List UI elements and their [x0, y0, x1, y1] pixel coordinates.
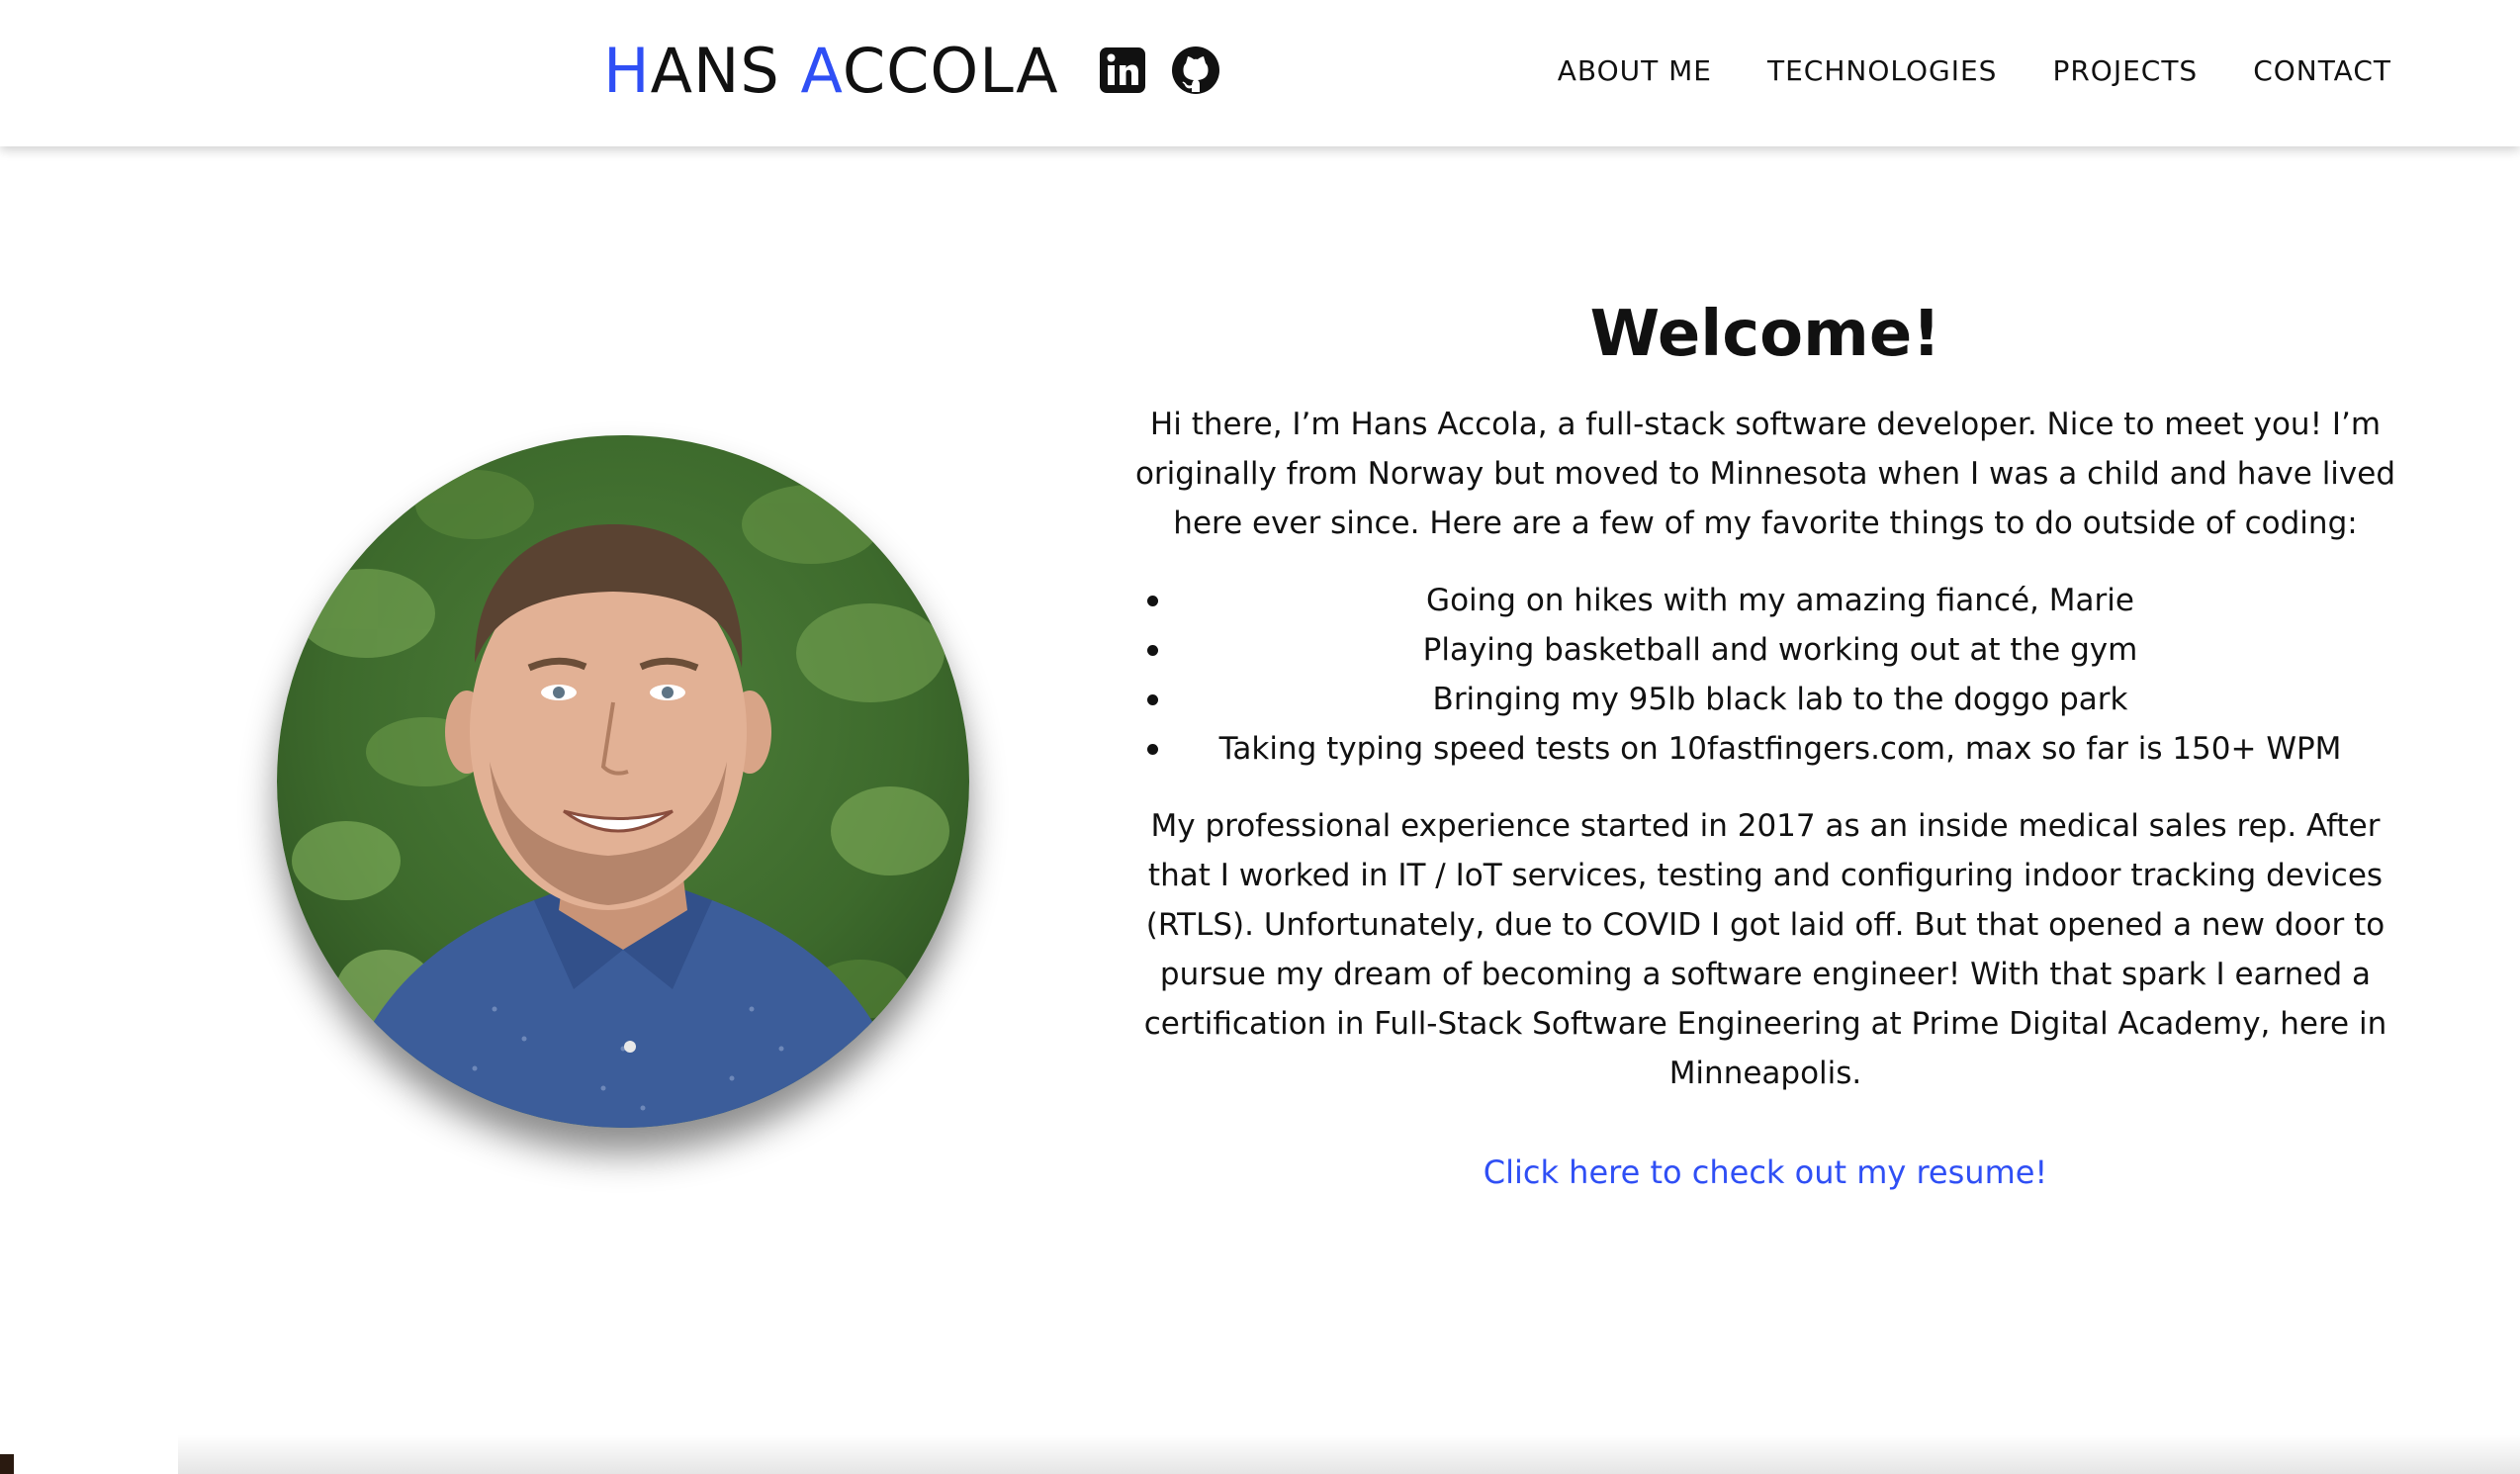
nav-technologies[interactable]: TECHNOLOGIES — [1767, 51, 1997, 91]
brand-first-rest: ANS — [650, 35, 801, 107]
hobby-text: Taking typing speed tests on 10fastfinge… — [1218, 731, 2342, 767]
nav-about-me[interactable]: ABOUT ME — [1558, 51, 1712, 91]
hobbies-list: Going on hikes with my amazing fiancé, M… — [1118, 576, 2413, 774]
hobby-text: Bringing my 95lb black lab to the doggo … — [1432, 682, 2128, 717]
hobby-text: Playing basketball and working out at th… — [1422, 632, 2138, 668]
window-corner — [0, 1454, 14, 1474]
list-item: Taking typing speed tests on 10fastfinge… — [1118, 724, 2413, 774]
bottom-shadow — [178, 1434, 2520, 1474]
linkedin-icon[interactable] — [1096, 44, 1149, 97]
main-nav: ABOUT ME TECHNOLOGIES PROJECTS CONTACT — [1558, 51, 2391, 91]
bullet-icon — [1147, 744, 1158, 755]
brand-last-initial: A — [800, 35, 843, 107]
list-item: Playing basketball and working out at th… — [1118, 625, 2413, 675]
brand-first-initial: H — [603, 35, 651, 107]
brand-logo[interactable]: HANS ACCOLA — [603, 30, 1059, 113]
welcome-heading: Welcome! — [1589, 298, 1941, 371]
nav-contact[interactable]: CONTACT — [2253, 51, 2391, 91]
list-item: Going on hikes with my amazing fiancé, M… — [1118, 576, 2413, 625]
hobby-text: Going on hikes with my amazing fiancé, M… — [1426, 583, 2134, 618]
bullet-icon — [1147, 694, 1158, 705]
page: HANS ACCOLA ABOUT ME TECHNOLOGIES PROJEC… — [0, 0, 2520, 1474]
intro-paragraph: Hi there, I’m Hans Accola, a full-stack … — [1134, 407, 2396, 541]
resume-link[interactable]: Click here to check out my resume! — [1484, 1148, 2048, 1197]
bullet-icon — [1147, 596, 1158, 606]
profile-photo — [277, 435, 969, 1128]
experience-paragraph: My professional experience started in 20… — [1143, 808, 2387, 1091]
bullet-icon — [1147, 645, 1158, 656]
nav-projects[interactable]: PROJECTS — [2052, 51, 2198, 91]
site-header: HANS ACCOLA ABOUT ME TECHNOLOGIES PROJEC… — [0, 0, 2520, 146]
about-section: Welcome! Hi there, I’m Hans Accola, a fu… — [1118, 277, 2413, 1197]
brand-last-rest: CCOLA — [842, 35, 1059, 107]
github-icon[interactable] — [1169, 44, 1222, 97]
list-item: Bringing my 95lb black lab to the doggo … — [1118, 675, 2413, 724]
